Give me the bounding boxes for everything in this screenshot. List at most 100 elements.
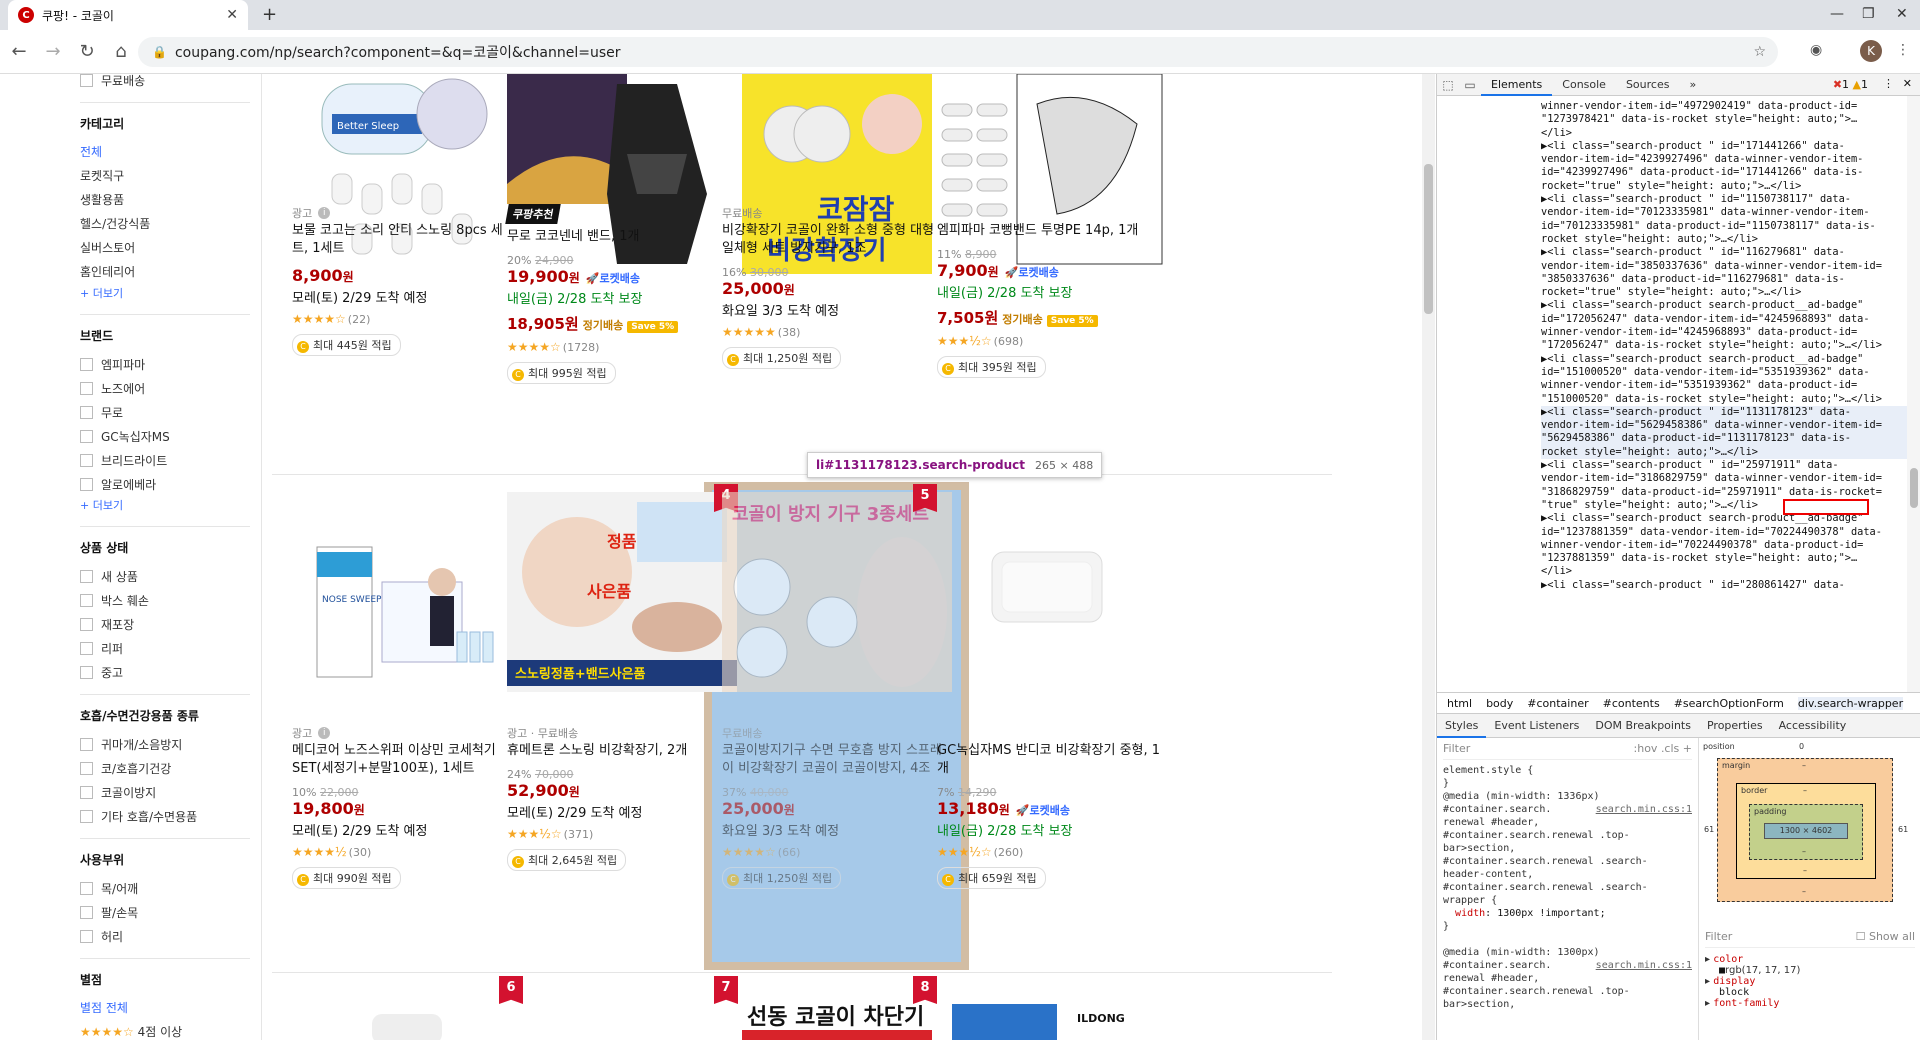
styles-filter-input[interactable]: Filter	[1443, 742, 1470, 755]
dom-node-line[interactable]: "5629458386" data-product-id="1131178123…	[1541, 432, 1907, 446]
dom-tree[interactable]: winner-vendor-item-id="4972902419" data-…	[1437, 96, 1907, 692]
product-card[interactable]	[272, 984, 537, 1040]
breadcrumb-item[interactable]: #searchOptionForm	[1674, 697, 1784, 710]
dom-node-line[interactable]: vendor-item-id="3850337636" data-winner-…	[1541, 260, 1907, 273]
dom-node-line[interactable]: rocket style="height: auto;">…</li>	[1541, 445, 1907, 460]
product-image[interactable]	[937, 492, 1167, 692]
condition-filter[interactable]: 새 상품	[80, 564, 250, 588]
category-more-link[interactable]: + 더보기	[80, 284, 250, 304]
tab-elements[interactable]: Elements	[1481, 74, 1553, 96]
sleep-type-filter[interactable]: 귀마개/소음방지	[80, 732, 250, 756]
breadcrumb-item[interactable]: #container	[1527, 697, 1588, 710]
rating-4-link[interactable]: ★★★★☆ 4점 이상	[80, 1020, 250, 1040]
tab-properties[interactable]: Properties	[1699, 714, 1771, 738]
dom-node-line[interactable]: vendor-item-id="3186829759" data-winner-…	[1541, 472, 1907, 485]
tab-styles[interactable]: Styles	[1437, 714, 1487, 738]
checkbox[interactable]	[80, 785, 93, 799]
styles-pane[interactable]: Filter :hov .cls + element.style {} @medi…	[1437, 738, 1699, 1040]
checkbox[interactable]	[80, 929, 93, 943]
computed-filter-input[interactable]: Filter	[1705, 930, 1732, 943]
info-icon[interactable]: i	[318, 207, 331, 219]
sleep-type-filter[interactable]: 코골이방지	[80, 780, 250, 804]
product-name[interactable]: 코골이방지기구 수면 무호흡 방지 스프레이 비강확장기 코골이 코골이방지, …	[722, 742, 947, 778]
breadcrumb-item[interactable]: body	[1486, 697, 1513, 710]
rating-all-link[interactable]: 별점 전체	[80, 996, 250, 1020]
category-item[interactable]: 홈인테리어	[80, 260, 250, 284]
checkbox[interactable]	[80, 593, 93, 607]
checkbox[interactable]	[80, 665, 93, 679]
dom-node-line[interactable]: </li>	[1541, 565, 1907, 578]
more-tabs-icon[interactable]: »	[1679, 74, 1706, 96]
dom-node-line[interactable]: "172056247" data-is-rocket style="height…	[1541, 339, 1907, 352]
usage-filter[interactable]: 팔/손목	[80, 900, 250, 924]
minimize-icon[interactable]: —	[1830, 6, 1844, 22]
dom-node-line[interactable]: vendor-item-id="5629458386" data-winner-…	[1541, 419, 1907, 433]
product-name[interactable]: 휴메트론 스노링 비강확장기, 2개	[507, 742, 732, 760]
usage-filter[interactable]: 목/어깨	[80, 876, 250, 900]
checkbox[interactable]	[80, 641, 93, 655]
page-scrollbar[interactable]	[1422, 74, 1435, 1040]
breadcrumb-item-active[interactable]: div.search-wrapper	[1797, 696, 1904, 710]
dom-node-line[interactable]: "151000520" data-is-rocket style="height…	[1541, 393, 1907, 406]
dom-node-line[interactable]: winner-vendor-item-id="4245968893" data-…	[1541, 326, 1907, 339]
tab-dom-breakpoints[interactable]: DOM Breakpoints	[1587, 714, 1699, 738]
product-card[interactable]: 5	[913, 484, 1182, 692]
avatar[interactable]: K	[1860, 40, 1882, 62]
dom-node-line[interactable]: rocket style="height: auto;">…</li>	[1541, 233, 1907, 246]
new-tab-icon[interactable]: +	[262, 4, 277, 25]
computed-row[interactable]: ▸ color	[1705, 954, 1915, 965]
dom-node-line[interactable]: id="70123335981" data-product-id="115073…	[1541, 220, 1907, 233]
checkbox[interactable]	[80, 381, 93, 395]
show-all-toggle[interactable]: ☐ Show all	[1856, 930, 1915, 943]
add-rule-icon[interactable]: +	[1683, 742, 1692, 755]
checkbox[interactable]	[80, 761, 93, 775]
dom-node-line[interactable]: winner-vendor-item-id="70224490378" data…	[1541, 539, 1907, 552]
product-name[interactable]: GC녹십자MS 반디코 비강확장기 중형, 1개	[937, 742, 1162, 778]
dom-node-line[interactable]: </li>	[1541, 127, 1907, 140]
checkbox[interactable]	[80, 905, 93, 919]
brand-filter[interactable]: 노즈에어	[80, 376, 250, 400]
scrollbar-thumb[interactable]	[1424, 164, 1433, 314]
brand-filter[interactable]: 엠피파마	[80, 352, 250, 376]
hov-toggle[interactable]: :hov	[1634, 742, 1658, 755]
dom-node-line[interactable]: "1237881359" data-is-rocket style="heigh…	[1541, 552, 1907, 565]
usage-filter[interactable]: 허리	[80, 924, 250, 948]
devtools-close-icon[interactable]: ✕	[1903, 77, 1912, 90]
dom-node-line[interactable]: ▶<li class="search-product search-produc…	[1541, 299, 1907, 312]
restore-icon[interactable]: ❐	[1862, 6, 1875, 22]
condition-filter[interactable]: 중고	[80, 660, 250, 684]
product-info[interactable]: 엠피파마 코뻥밴드 투명PE 14p, 1개 11% 8,900 7,900원 🚀…	[917, 204, 1182, 378]
close-tab-icon[interactable]: ✕	[226, 7, 238, 23]
free-shipping-filter[interactable]: 무료배송	[80, 74, 250, 92]
dom-node-line[interactable]: ▶<li class="search-product " id="1150738…	[1541, 193, 1907, 206]
sleep-type-filter[interactable]: 기타 호흡/수면용품	[80, 804, 250, 828]
browser-tab[interactable]: C 쿠팡! - 코골이 ✕	[8, 0, 248, 30]
checkbox[interactable]	[80, 453, 93, 467]
condition-filter[interactable]: 리퍼	[80, 636, 250, 660]
product-image[interactable]	[292, 984, 522, 1040]
checkbox[interactable]	[80, 737, 93, 751]
tab-sources[interactable]: Sources	[1616, 74, 1680, 96]
tab-console[interactable]: Console	[1552, 74, 1616, 96]
scrollbar-thumb[interactable]	[1910, 468, 1918, 508]
home-icon[interactable]: ⌂	[106, 41, 136, 62]
dom-node-line[interactable]: "3850337636" data-product-id="116279681"…	[1541, 273, 1907, 286]
dom-node-line[interactable]: "3186829759" data-product-id="25971911" …	[1541, 486, 1907, 499]
dom-node-line[interactable]: "1273978421" data-is-rocket style="heigh…	[1541, 113, 1907, 126]
brand-filter[interactable]: 알로에베라	[80, 472, 250, 496]
brand-filter[interactable]: 무로	[80, 400, 250, 424]
devtools-menu-icon[interactable]: ⋮	[1883, 77, 1894, 90]
error-warning-counts[interactable]: ✖1 ▲1	[1833, 78, 1868, 91]
dom-node-line[interactable]: ▶<li class="search-product " id="1714412…	[1541, 140, 1907, 153]
dom-node-line[interactable]: id="151000520" data-vendor-item-id="5351…	[1541, 366, 1907, 379]
condition-filter[interactable]: 재포장	[80, 612, 250, 636]
dom-node-line[interactable]: vendor-item-id="4239927496" data-winner-…	[1541, 153, 1907, 166]
checkbox[interactable]	[80, 477, 93, 491]
product-name[interactable]: 비강확장기 코골이 완화 소형 중형 대형 일체형 세트 방지기구, 1조	[722, 222, 947, 258]
sleep-type-filter[interactable]: 코/호흡기건강	[80, 756, 250, 780]
checkbox[interactable]	[80, 357, 93, 371]
cls-toggle[interactable]: .cls	[1661, 742, 1679, 755]
bookmark-star-icon[interactable]: ☆	[1753, 44, 1766, 60]
category-item[interactable]: 헬스/건강식품	[80, 212, 250, 236]
tab-event-listeners[interactable]: Event Listeners	[1486, 714, 1587, 738]
